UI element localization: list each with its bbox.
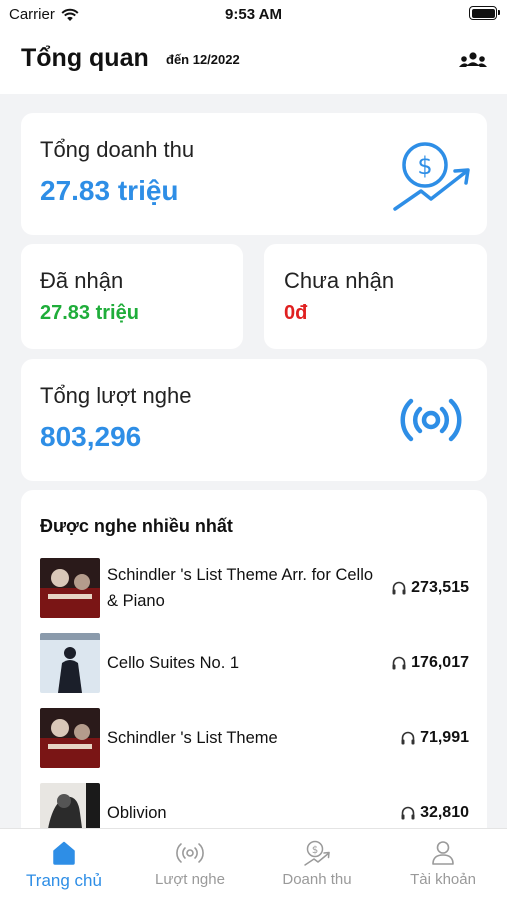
album-cover bbox=[40, 558, 100, 618]
list-item[interactable]: Cello Suites No. 1 176,017 bbox=[40, 633, 469, 693]
headphones-icon bbox=[401, 806, 415, 820]
play-count-value: 32,810 bbox=[420, 804, 469, 821]
list-item[interactable]: Schindler 's List Theme Arr. for Cello &… bbox=[40, 558, 469, 618]
pending-label: Chưa nhận bbox=[284, 268, 395, 293]
users-icon[interactable] bbox=[457, 50, 489, 74]
album-cover bbox=[40, 633, 100, 693]
track-name: Schindler 's List Theme Arr. for Cello &… bbox=[107, 566, 374, 610]
track-play-count: 176,017 bbox=[391, 633, 469, 693]
total-revenue-value: 27.83 triệu bbox=[40, 175, 179, 206]
track-play-count: 71,991 bbox=[400, 708, 469, 768]
status-bar: Carrier 9:53 AM bbox=[0, 0, 507, 30]
headphones-icon bbox=[392, 581, 406, 595]
top-tracks-card: Được nghe nhiều nhất Schindler 's List T… bbox=[21, 490, 487, 843]
received-value: 27.83 triệu bbox=[40, 302, 139, 324]
pending-card[interactable]: Chưa nhận 0đ bbox=[264, 244, 487, 349]
total-listens-value: 803,296 bbox=[40, 421, 142, 452]
tab-account[interactable]: Tài khoản bbox=[380, 829, 506, 900]
tab-listens[interactable]: Lượt nghe bbox=[127, 829, 253, 900]
track-name: Schindler 's List Theme bbox=[107, 729, 278, 747]
album-cover bbox=[40, 708, 100, 768]
account-icon bbox=[432, 841, 454, 865]
page-title: Tổng quan bbox=[21, 44, 149, 72]
headphones-icon bbox=[392, 656, 406, 670]
track-play-count: 273,515 bbox=[391, 558, 469, 618]
play-count-value: 273,515 bbox=[411, 579, 469, 596]
headphones-icon bbox=[401, 731, 415, 745]
received-card[interactable]: Đã nhận 27.83 triệu bbox=[21, 244, 243, 349]
page-header: Tổng quan đến 12/2022 bbox=[0, 30, 507, 94]
play-count-value: 71,991 bbox=[420, 729, 469, 746]
tab-home-label: Trang chủ bbox=[26, 871, 102, 890]
broadcast-icon bbox=[400, 398, 462, 442]
period-label: đến 12/2022 bbox=[166, 52, 240, 67]
tab-revenue-label: Doanh thu bbox=[282, 871, 352, 888]
tab-home[interactable]: Trang chủ bbox=[1, 829, 127, 900]
track-name: Cello Suites No. 1 bbox=[107, 654, 240, 672]
home-icon bbox=[53, 841, 75, 865]
total-revenue-card[interactable]: Tổng doanh thu 27.83 triệu $ bbox=[21, 113, 487, 235]
play-count-value: 176,017 bbox=[411, 654, 469, 671]
total-listens-label: Tổng lượt nghe bbox=[40, 383, 192, 408]
total-revenue-label: Tổng doanh thu bbox=[40, 137, 195, 162]
svg-text:$: $ bbox=[312, 845, 318, 856]
top-tracks-title: Được nghe nhiều nhất bbox=[40, 516, 233, 536]
revenue-icon: $ bbox=[304, 840, 330, 866]
battery-icon bbox=[469, 6, 500, 20]
tab-bar: Trang chủ Lượt nghe $ Doanh thu Tài khoả… bbox=[0, 828, 507, 900]
tab-revenue[interactable]: $ Doanh thu bbox=[254, 829, 380, 900]
tab-listens-label: Lượt nghe bbox=[155, 871, 225, 888]
revenue-growth-icon: $ bbox=[393, 142, 470, 211]
tab-account-label: Tài khoản bbox=[410, 871, 476, 888]
svg-text:$: $ bbox=[417, 152, 432, 180]
status-time: 9:53 AM bbox=[225, 6, 282, 23]
pending-value: 0đ bbox=[284, 302, 308, 324]
received-label: Đã nhận bbox=[40, 268, 124, 293]
total-listens-card[interactable]: Tổng lượt nghe 803,296 bbox=[21, 359, 487, 481]
list-item[interactable]: Schindler 's List Theme 71,991 bbox=[40, 708, 469, 768]
broadcast-icon bbox=[176, 843, 204, 863]
